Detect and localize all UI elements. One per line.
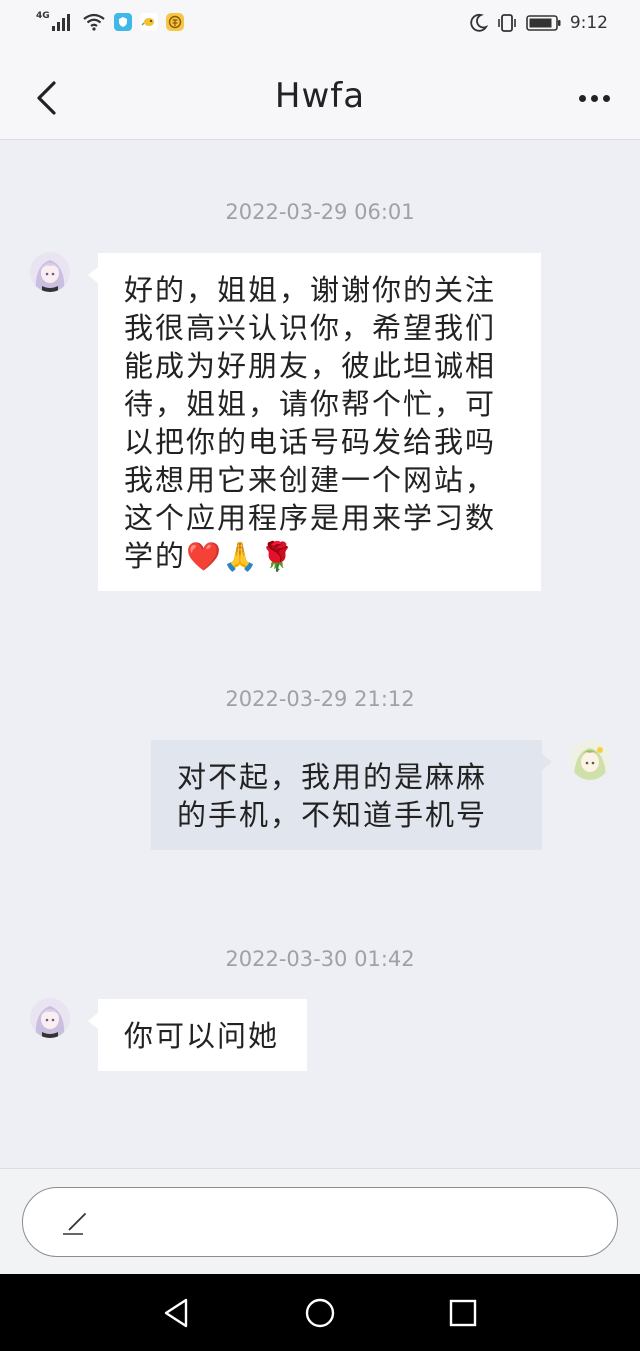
message-line: 好的，姐姐，谢谢你的关注: [124, 273, 497, 307]
outgoing-message-bubble[interactable]: 对不起，我用的是麻麻 的手机，不知道手机号: [151, 740, 552, 850]
pencil-icon: [63, 1213, 86, 1235]
more-dot-icon: [590, 94, 598, 102]
clock: 9:12: [569, 13, 608, 33]
message-line: 的手机，不知道手机号: [177, 798, 488, 832]
message-line: 待，姐姐，请你帮个忙，可: [124, 387, 497, 421]
self-avatar[interactable]: [570, 740, 610, 780]
message-line-last: 学的❤️🙏🌹: [124, 539, 297, 573]
system-nav-bar: [0, 1274, 640, 1351]
signal-icon: [51, 14, 70, 31]
vibrate-icon: [498, 14, 516, 32]
battery-icon: [526, 15, 561, 31]
wifi-icon: [82, 13, 105, 31]
message-line: 我很高兴认识你，希望我们: [124, 311, 497, 345]
coin-app-icon: [165, 13, 184, 31]
message-line: 以把你的电话号码发给我吗: [124, 425, 497, 459]
incoming-message-bubble[interactable]: 你可以问她: [88, 999, 307, 1071]
home-circle-icon[interactable]: [303, 1296, 337, 1330]
chat-header: Hwfa: [0, 56, 640, 140]
more-dot-icon: [578, 94, 586, 102]
more-dot-icon: [602, 94, 610, 102]
message-line: 我想用它来创建一个网站，: [124, 463, 497, 497]
message-line: 对不起，我用的是麻麻: [177, 760, 488, 794]
message-timestamp: 2022-03-30 01:42: [225, 947, 415, 971]
message-line: 你可以问她: [124, 1019, 280, 1053]
message-input[interactable]: [22, 1187, 618, 1257]
heart-pray-rose-emoji: ❤️🙏🌹: [186, 540, 297, 573]
incoming-message-bubble[interactable]: 好的，姐姐，谢谢你的关注 我很高兴认识你，希望我们 能成为好朋友，彼此坦诚相 待…: [88, 253, 541, 591]
back-triangle-icon[interactable]: [160, 1296, 194, 1330]
message-line: 这个应用程序是用来学习数: [124, 501, 497, 535]
composer-bar: [0, 1168, 640, 1274]
more-options-button[interactable]: [570, 78, 618, 118]
message-timestamp: 2022-03-29 21:12: [225, 687, 415, 711]
contact-avatar[interactable]: [30, 252, 70, 292]
bird-app-icon: [139, 13, 158, 31]
chat-title: Hwfa: [274, 76, 366, 116]
message-timestamp: 2022-03-29 06:01: [225, 200, 415, 224]
contact-avatar[interactable]: [30, 998, 70, 1038]
message-line: 能成为好朋友，彼此坦诚相: [124, 349, 497, 383]
network-type: 4G: [36, 11, 50, 21]
recents-square-icon[interactable]: [446, 1296, 480, 1330]
moon-icon: [470, 13, 488, 32]
shield-app-icon: [113, 13, 132, 31]
status-bar: 4G 9:12: [0, 0, 640, 56]
